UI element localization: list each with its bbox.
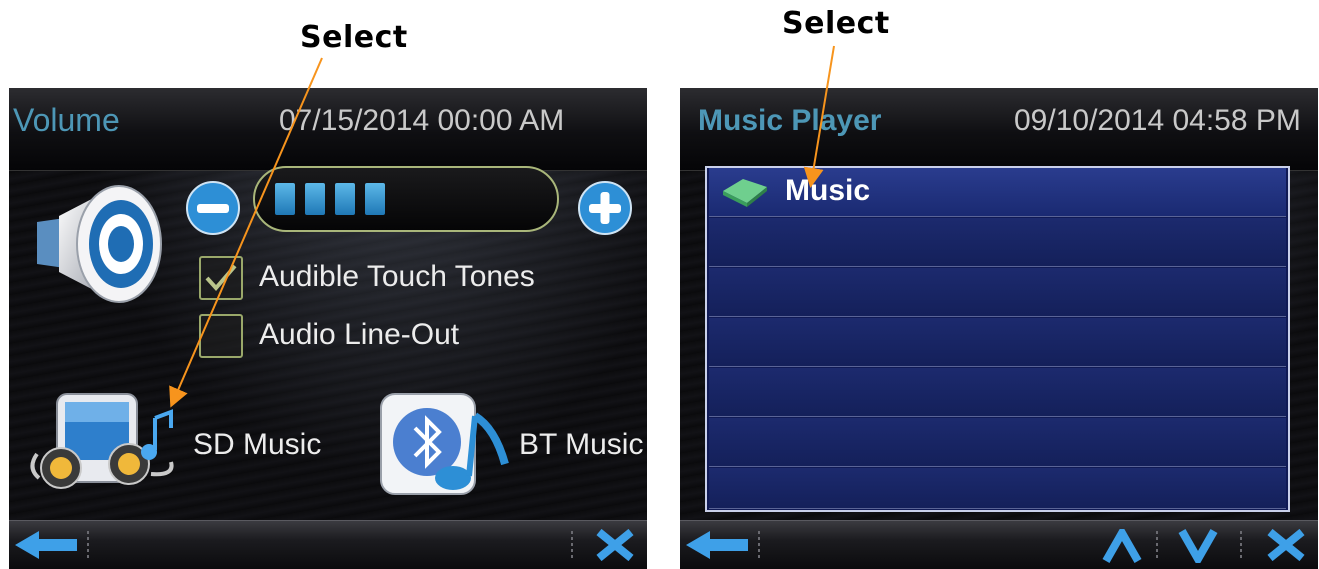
audible-touch-tones-label: Audible Touch Tones — [259, 260, 535, 293]
volume-level-segment — [335, 183, 355, 215]
bluetooth-music-icon — [380, 393, 509, 495]
divider — [1240, 531, 1242, 561]
divider — [758, 531, 760, 561]
volume-decrease-button[interactable] — [185, 180, 241, 240]
bottom-bar — [9, 520, 647, 569]
checkmark-icon — [205, 264, 237, 292]
page-title: Music Player — [698, 104, 882, 137]
speaker-icon — [29, 176, 169, 315]
volume-increase-button[interactable] — [577, 180, 633, 240]
audio-line-out-label: Audio Line-Out — [259, 318, 460, 351]
audio-line-out-checkbox[interactable] — [199, 314, 243, 358]
page-title: Volume — [13, 102, 120, 138]
scroll-up-icon — [1102, 524, 1142, 563]
scroll-down-button[interactable] — [1178, 529, 1218, 568]
volume-screen: Volume 07/15/2014 00:00 AM Audible Touch… — [9, 88, 647, 569]
bt-music-button[interactable] — [379, 388, 511, 502]
music-list[interactable]: Music — [705, 166, 1290, 512]
audible-touch-tones-checkbox[interactable] — [199, 256, 243, 300]
volume-level-segment — [305, 183, 325, 215]
close-button[interactable] — [595, 528, 635, 565]
bottom-bar — [680, 520, 1318, 569]
divider — [571, 531, 573, 561]
datetime-display: 09/10/2014 04:58 PM — [1014, 104, 1301, 137]
back-button[interactable] — [684, 529, 750, 565]
scroll-down-icon — [1178, 529, 1218, 568]
divider — [1156, 531, 1158, 561]
back-button[interactable] — [13, 529, 79, 565]
music-player-screen: Music Player 09/10/2014 04:58 PM Music — [680, 88, 1318, 569]
back-arrow-icon — [15, 531, 77, 559]
select-callout-right: Select — [782, 6, 890, 41]
close-button[interactable] — [1266, 528, 1306, 565]
volume-level-segment — [275, 183, 295, 215]
close-icon — [596, 528, 634, 562]
title-bar: Volume 07/15/2014 00:00 AM — [9, 88, 647, 171]
list-item-label: Music — [785, 174, 871, 207]
sd-music-label: SD Music — [193, 428, 322, 461]
title-bar: Music Player 09/10/2014 04:58 PM — [680, 88, 1318, 171]
select-callout-left: Select — [300, 20, 408, 55]
bt-music-label: BT Music — [519, 428, 644, 461]
folder-icon — [723, 179, 767, 207]
sd-music-icon — [30, 393, 174, 489]
datetime-display: 07/15/2014 00:00 AM — [279, 104, 565, 137]
list-item-music[interactable]: Music — [709, 168, 1286, 217]
list-item[interactable] — [709, 218, 1286, 267]
list-item[interactable] — [709, 468, 1286, 509]
list-item[interactable] — [709, 318, 1286, 367]
list-item[interactable] — [709, 268, 1286, 317]
divider — [87, 531, 89, 561]
list-item[interactable] — [709, 368, 1286, 417]
back-arrow-icon — [686, 531, 748, 559]
scroll-up-button[interactable] — [1102, 524, 1142, 567]
close-icon — [1267, 528, 1305, 562]
volume-slider[interactable] — [253, 166, 559, 232]
volume-level-segment — [365, 183, 385, 215]
list-item[interactable] — [709, 418, 1286, 467]
sd-music-button[interactable] — [25, 388, 185, 500]
